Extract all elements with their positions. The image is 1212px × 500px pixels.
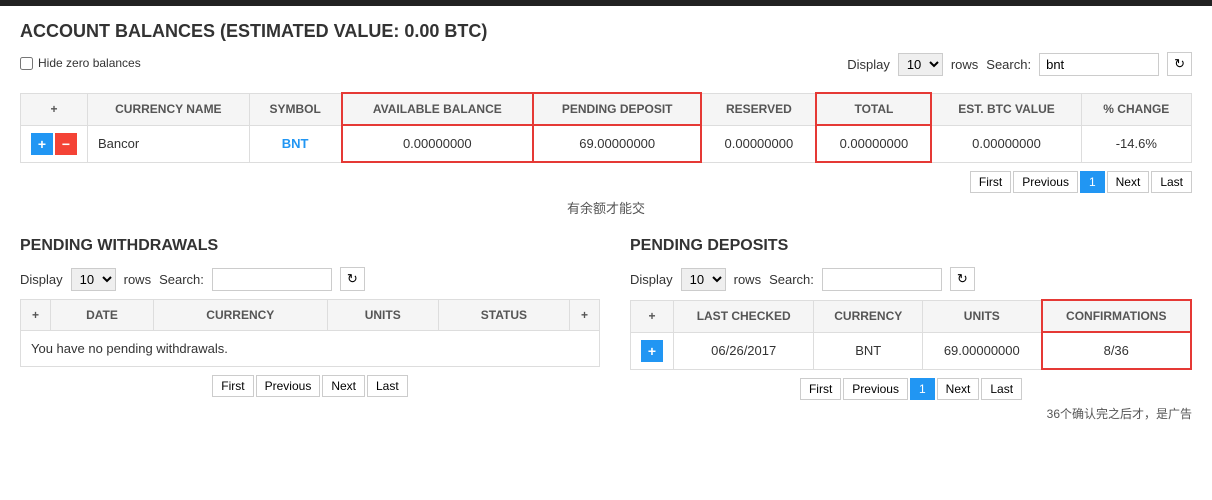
deposits-table: + LAST CHECKED CURRENCY UNITS CONFIRMATI… <box>630 299 1192 370</box>
display-select-top[interactable]: 10 <box>898 53 943 76</box>
d-col-last-checked: LAST CHECKED <box>674 300 814 332</box>
deposit-currency: BNT <box>814 332 923 369</box>
previous-button-top[interactable]: Previous <box>1013 171 1078 193</box>
deposit-units: 69.00000000 <box>923 332 1042 369</box>
display-label-top: Display <box>847 57 890 72</box>
deposits-controls: Display 10 rows Search: ↻ <box>630 267 1192 291</box>
col-est-btc: EST. BTC VALUE <box>931 93 1081 125</box>
change-cell: -14.6% <box>1081 125 1191 162</box>
withdrawals-title: PENDING WITHDRAWALS <box>20 237 600 255</box>
w-col-plus2: + <box>570 300 600 331</box>
search-label-top: Search: <box>986 57 1031 72</box>
page-1-button-top[interactable]: 1 <box>1080 171 1105 193</box>
add-button[interactable]: + <box>31 133 53 155</box>
rows-label-d: rows <box>734 272 761 287</box>
refresh-button-top[interactable]: ↻ <box>1167 52 1192 76</box>
available-balance-cell: 0.00000000 <box>342 125 533 162</box>
deposit-add-button[interactable]: + <box>641 340 663 362</box>
account-balances-table: + CURRENCY NAME SYMBOL AVAILABLE BALANCE… <box>20 92 1192 163</box>
last-button-w[interactable]: Last <box>367 375 408 397</box>
account-balances-section: ACCOUNT BALANCES (ESTIMATED VALUE: 0.00 … <box>20 21 1192 217</box>
refresh-button-w[interactable]: ↻ <box>340 267 365 291</box>
withdrawals-pagination: First Previous Next Last <box>20 375 600 397</box>
display-label-w: Display <box>20 272 63 287</box>
row-buttons: + − <box>21 125 88 162</box>
first-button-top[interactable]: First <box>970 171 1011 193</box>
w-col-plus: + <box>21 300 51 331</box>
remove-button[interactable]: − <box>55 133 77 155</box>
last-button-d[interactable]: Last <box>981 378 1022 400</box>
main-container: ACCOUNT BALANCES (ESTIMATED VALUE: 0.00 … <box>0 6 1212 437</box>
deposits-title: PENDING DEPOSITS <box>630 237 1192 255</box>
previous-button-d[interactable]: Previous <box>843 378 908 400</box>
deposits-pagination: First Previous 1 Next Last <box>630 378 1192 400</box>
currency-name-cell: Bancor <box>88 125 250 162</box>
symbol-cell: BNT <box>249 125 341 162</box>
pending-deposits-section: PENDING DEPOSITS Display 10 rows Search:… <box>630 237 1192 422</box>
col-currency-name: CURRENCY NAME <box>88 93 250 125</box>
top-pagination: First Previous 1 Next Last <box>20 171 1192 193</box>
col-symbol: SYMBOL <box>249 93 341 125</box>
search-input-top[interactable] <box>1039 53 1159 76</box>
previous-button-w[interactable]: Previous <box>256 375 321 397</box>
display-label-d: Display <box>630 272 673 287</box>
hide-zero-checkbox[interactable] <box>20 57 33 70</box>
d-col-currency: CURRENCY <box>814 300 923 332</box>
col-change: % CHANGE <box>1081 93 1191 125</box>
last-button-top[interactable]: Last <box>1151 171 1192 193</box>
d-col-units: UNITS <box>923 300 1042 332</box>
next-button-d[interactable]: Next <box>937 378 980 400</box>
est-btc-cell: 0.00000000 <box>931 125 1081 162</box>
next-button-w[interactable]: Next <box>322 375 365 397</box>
deposit-confirmations: 8/36 <box>1042 332 1192 369</box>
page-1-button-d[interactable]: 1 <box>910 378 935 400</box>
first-button-w[interactable]: First <box>212 375 253 397</box>
rows-label-w: rows <box>124 272 151 287</box>
w-col-units: UNITS <box>327 300 438 331</box>
reserved-cell: 0.00000000 <box>701 125 816 162</box>
col-reserved: RESERVED <box>701 93 816 125</box>
annotation-text: 有余额才能交 <box>20 198 1192 217</box>
display-select-w[interactable]: 10 <box>71 268 116 291</box>
rows-label-top: rows <box>951 57 978 72</box>
no-data-cell: You have no pending withdrawals. <box>21 331 600 367</box>
search-label-w: Search: <box>159 272 204 287</box>
w-col-status: STATUS <box>438 300 569 331</box>
w-col-date: DATE <box>51 300 154 331</box>
col-pending-deposit: PENDING DEPOSIT <box>533 93 701 125</box>
search-label-d: Search: <box>769 272 814 287</box>
page-title: ACCOUNT BALANCES (ESTIMATED VALUE: 0.00 … <box>20 21 1192 42</box>
refresh-button-d[interactable]: ↻ <box>950 267 975 291</box>
deposit-add-btn-cell: + <box>631 332 674 369</box>
symbol-link[interactable]: BNT <box>282 136 309 151</box>
deposit-last-checked: 06/26/2017 <box>674 332 814 369</box>
two-col-section: PENDING WITHDRAWALS Display 10 rows Sear… <box>20 237 1192 422</box>
next-button-top[interactable]: Next <box>1107 171 1150 193</box>
deposit-row: + 06/26/2017 BNT 69.00000000 8/36 <box>631 332 1192 369</box>
col-available-balance: AVAILABLE BALANCE <box>342 93 533 125</box>
pending-deposit-cell: 69.00000000 <box>533 125 701 162</box>
hide-zero-label[interactable]: Hide zero balances <box>20 56 141 70</box>
w-col-currency: CURRENCY <box>153 300 327 331</box>
withdrawals-controls: Display 10 rows Search: ↻ <box>20 267 600 291</box>
d-col-confirmations: CONFIRMATIONS <box>1042 300 1192 332</box>
col-add: + <box>21 93 88 125</box>
first-button-d[interactable]: First <box>800 378 841 400</box>
display-select-d[interactable]: 10 <box>681 268 726 291</box>
col-total: TOTAL <box>816 93 931 125</box>
search-input-d[interactable] <box>822 268 942 291</box>
total-cell: 0.00000000 <box>816 125 931 162</box>
top-table-controls: Display 10 rows Search: ↻ <box>847 52 1192 76</box>
search-input-w[interactable] <box>212 268 332 291</box>
withdrawals-table: + DATE CURRENCY UNITS STATUS + You have … <box>20 299 600 367</box>
table-row: + − Bancor BNT 0.00000000 69.00000000 0.… <box>21 125 1192 162</box>
d-col-plus: + <box>631 300 674 332</box>
pending-withdrawals-section: PENDING WITHDRAWALS Display 10 rows Sear… <box>20 237 600 422</box>
no-data-row: You have no pending withdrawals. <box>21 331 600 367</box>
chinese-note: 36个确认完之后才，是广告 <box>630 405 1192 422</box>
